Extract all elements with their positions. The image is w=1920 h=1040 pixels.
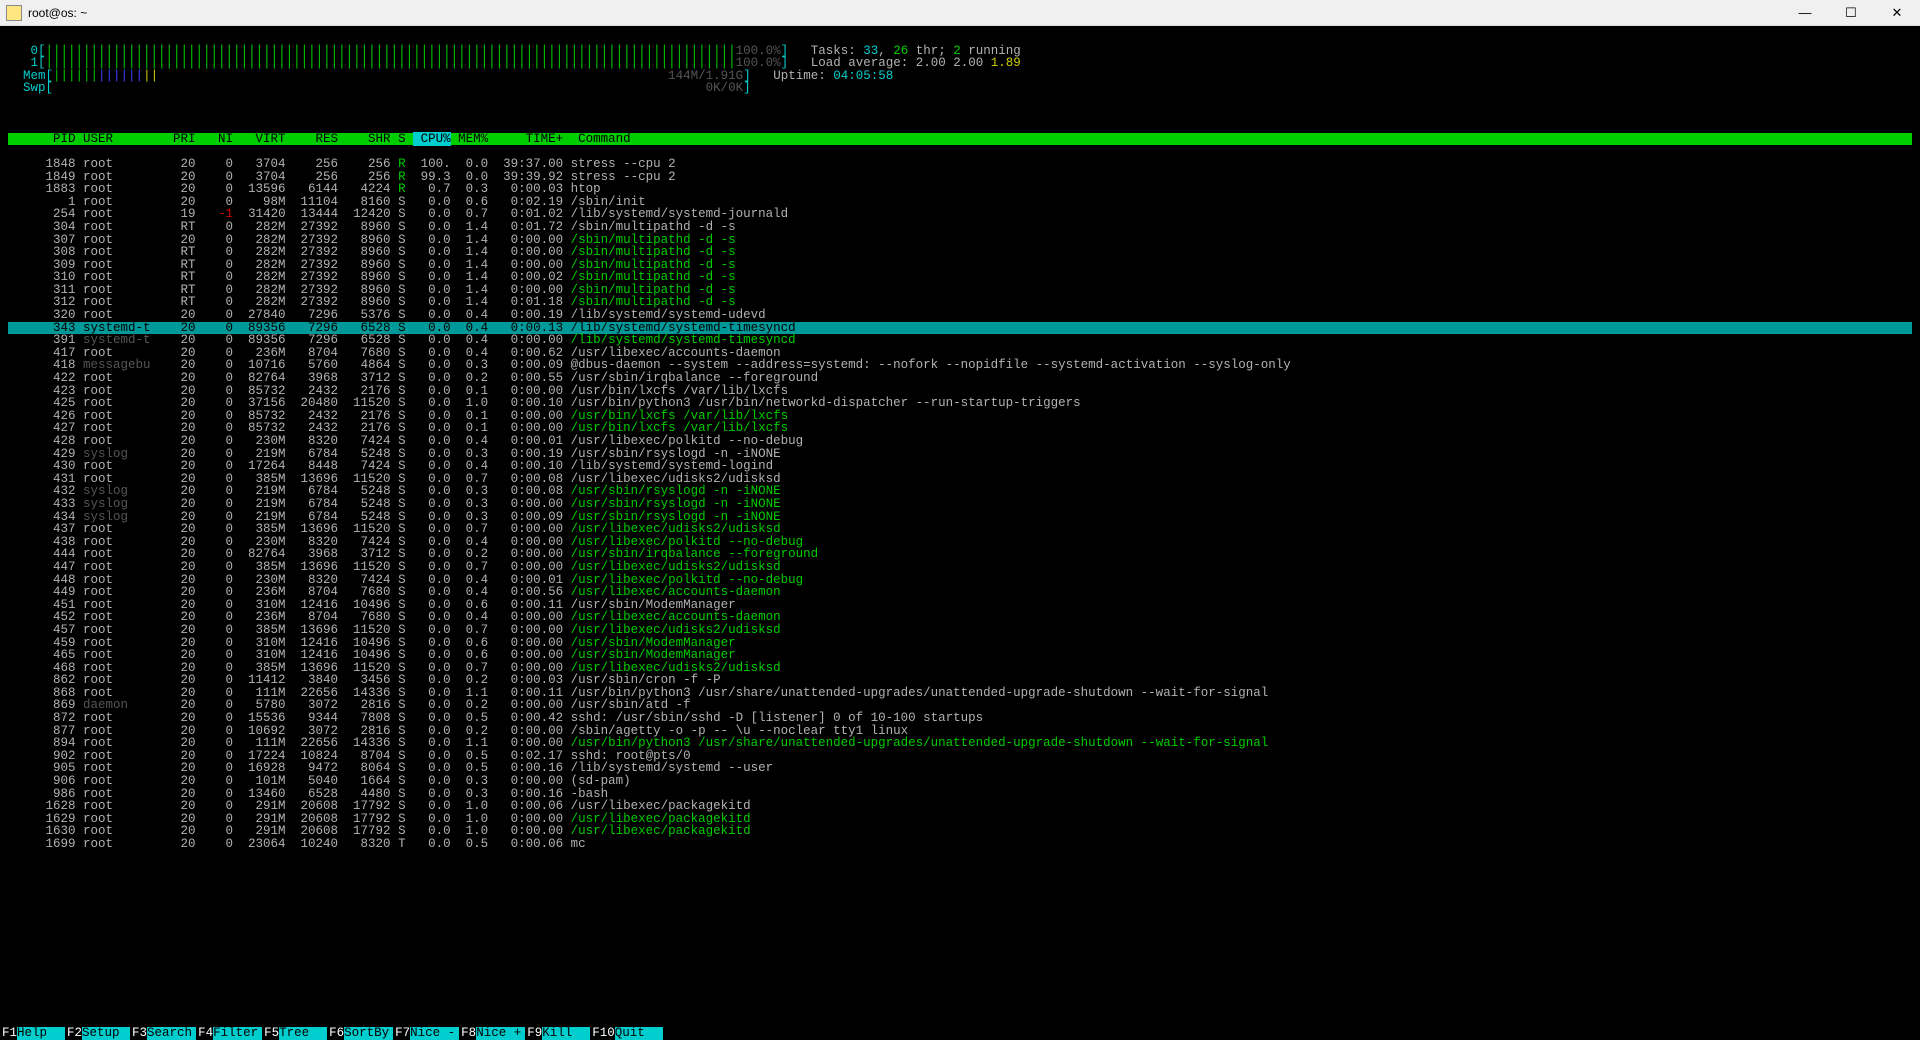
window-title: root@os: ~ (28, 6, 87, 20)
process-row[interactable]: 428 root 20 0 230M 8320 7424 S 0.0 0.4 0… (8, 435, 1912, 448)
fnkey-F4[interactable]: F4 (196, 1027, 213, 1040)
window-titlebar: root@os: ~ — ☐ ✕ (0, 0, 1920, 26)
process-row[interactable]: 430 root 20 0 17264 8448 7424 S 0.0 0.4 … (8, 460, 1912, 473)
fnkey-F8[interactable]: F8 (459, 1027, 476, 1040)
process-row[interactable]: 862 root 20 0 11412 3840 3456 S 0.0 0.2 … (8, 674, 1912, 687)
process-row[interactable]: 422 root 20 0 82764 3968 3712 S 0.0 0.2 … (8, 372, 1912, 385)
process-row[interactable]: 872 root 20 0 15536 9344 7808 S 0.0 0.5 … (8, 712, 1912, 725)
fnkey-F7[interactable]: F7 (393, 1027, 410, 1040)
process-row[interactable]: 906 root 20 0 101M 5040 1664 S 0.0 0.3 0… (8, 775, 1912, 788)
process-row[interactable]: 465 root 20 0 310M 12416 10496 S 0.0 0.6… (8, 649, 1912, 662)
process-row[interactable]: 894 root 20 0 111M 22656 14336 S 0.0 1.1… (8, 737, 1912, 750)
process-row[interactable]: 433 syslog 20 0 219M 6784 5248 S 0.0 0.3… (8, 498, 1912, 511)
process-row[interactable]: 391 systemd-t 20 0 89356 7296 6528 S 0.0… (8, 334, 1912, 347)
process-row[interactable]: 1883 root 20 0 13596 6144 4224 R 0.7 0.3… (8, 183, 1912, 196)
process-row[interactable]: 320 root 20 0 27840 7296 5376 S 0.0 0.4 … (8, 309, 1912, 322)
process-row[interactable]: 425 root 20 0 37156 20480 11520 S 0.0 1.… (8, 397, 1912, 410)
fnkey-F6[interactable]: F6 (327, 1027, 344, 1040)
function-key-bar[interactable]: F1HelpF2SetupF3SearchF4FilterF5TreeF6Sor… (0, 1027, 1920, 1040)
process-row[interactable]: 1848 root 20 0 3704 256 256 R 100. 0.0 3… (8, 158, 1912, 171)
putty-icon (6, 5, 22, 21)
process-row[interactable]: 457 root 20 0 385M 13696 11520 S 0.0 0.7… (8, 624, 1912, 637)
process-row[interactable]: 449 root 20 0 236M 8704 7680 S 0.0 0.4 0… (8, 586, 1912, 599)
fnkey-F5[interactable]: F5 (262, 1027, 279, 1040)
process-table[interactable]: 1848 root 20 0 3704 256 256 R 100. 0.0 3… (8, 158, 1912, 851)
terminal-output[interactable]: 0[||||||||||||||||||||||||||||||||||||||… (0, 26, 1920, 1040)
process-row[interactable]: 1628 root 20 0 291M 20608 17792 S 0.0 1.… (8, 800, 1912, 813)
process-row[interactable]: 447 root 20 0 385M 13696 11520 S 0.0 0.7… (8, 561, 1912, 574)
minimize-button[interactable]: — (1782, 0, 1828, 26)
fnkey-F1[interactable]: F1 (0, 1027, 17, 1040)
fnkey-F2[interactable]: F2 (65, 1027, 82, 1040)
process-row[interactable]: 437 root 20 0 385M 13696 11520 S 0.0 0.7… (8, 523, 1912, 536)
process-row[interactable]: 310 root RT 0 282M 27392 8960 S 0.0 1.4 … (8, 271, 1912, 284)
process-row[interactable]: 304 root RT 0 282M 27392 8960 S 0.0 1.4 … (8, 221, 1912, 234)
process-table-header[interactable]: PID USER PRI NI VIRT RES SHR S CPU% MEM%… (8, 133, 1912, 146)
maximize-button[interactable]: ☐ (1828, 0, 1874, 26)
process-row[interactable]: 1699 root 20 0 23064 10240 8320 T 0.0 0.… (8, 838, 1912, 851)
fnkey-F3[interactable]: F3 (130, 1027, 147, 1040)
fnkey-F10[interactable]: F10 (590, 1027, 615, 1040)
process-row[interactable]: 308 root RT 0 282M 27392 8960 S 0.0 1.4 … (8, 246, 1912, 259)
fnkey-F9[interactable]: F9 (525, 1027, 542, 1040)
close-button[interactable]: ✕ (1874, 0, 1920, 26)
